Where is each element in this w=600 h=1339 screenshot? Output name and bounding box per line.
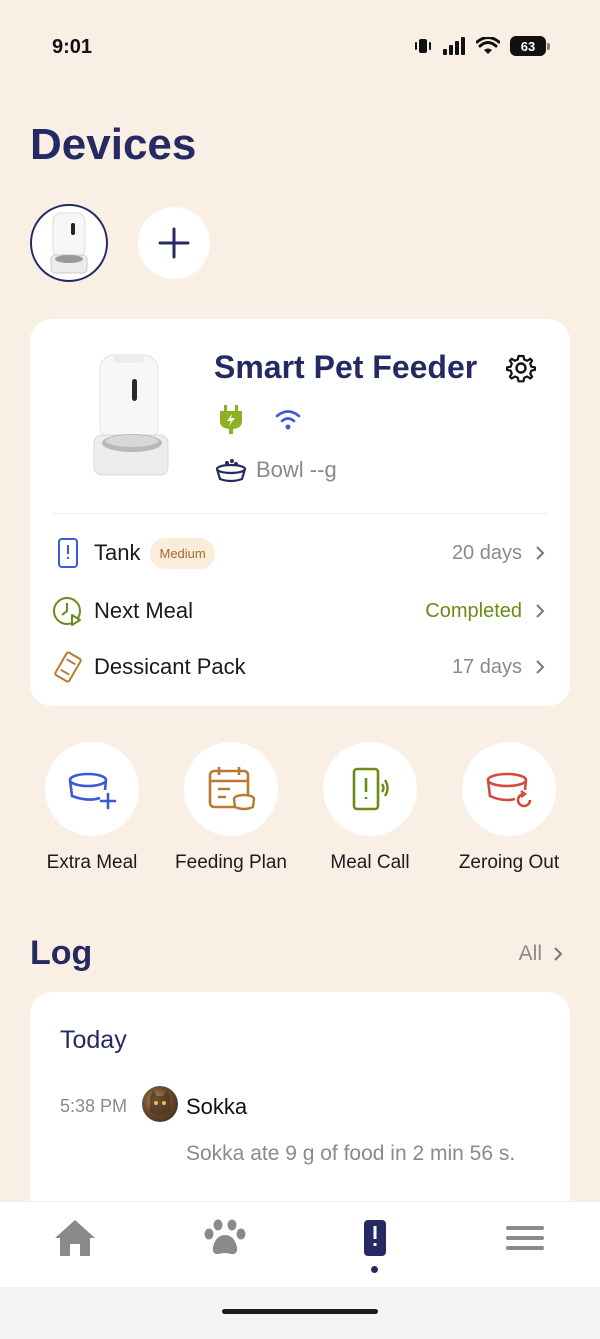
bowl-weight: Bowl --g bbox=[256, 457, 337, 482]
active-tab-indicator bbox=[371, 1266, 378, 1273]
power-plug-icon bbox=[220, 405, 242, 434]
zeroing-out-button[interactable]: Zeroing Out bbox=[439, 742, 579, 874]
feeding-plan-label: Feeding Plan bbox=[175, 852, 287, 873]
menu-icon bbox=[506, 1226, 544, 1250]
pet-avatar bbox=[142, 1086, 178, 1122]
home-indicator[interactable] bbox=[222, 1309, 378, 1314]
chevron-right-icon bbox=[536, 604, 545, 618]
feeder-icon bbox=[364, 1220, 386, 1256]
wifi-status-icon bbox=[476, 37, 500, 54]
next-meal-value: Completed bbox=[425, 599, 522, 622]
tab-pets[interactable] bbox=[195, 1218, 255, 1278]
tank-row[interactable]: Tank Medium 20 days bbox=[52, 533, 546, 573]
tank-label: Tank bbox=[94, 540, 141, 565]
meal-call-button[interactable]: Meal Call bbox=[300, 742, 440, 874]
tab-menu[interactable] bbox=[495, 1218, 555, 1278]
tank-value: 20 days bbox=[451, 541, 522, 564]
meal-call-label: Meal Call bbox=[330, 852, 410, 873]
plus-icon bbox=[158, 227, 190, 259]
sound-device-icon bbox=[352, 767, 389, 811]
paw-icon bbox=[204, 1219, 246, 1255]
log-all-label: All bbox=[518, 942, 542, 965]
status-icons: 63 bbox=[414, 36, 550, 56]
wifi-icon bbox=[275, 410, 301, 430]
desiccant-row[interactable]: Dessicant Pack 17 days bbox=[52, 647, 546, 687]
tank-level-badge: Medium bbox=[150, 537, 215, 569]
device-name: Smart Pet Feeder bbox=[214, 349, 478, 385]
clock-icon bbox=[53, 597, 81, 626]
bowl-reset-icon bbox=[486, 772, 532, 808]
desiccant-value: 17 days bbox=[451, 655, 522, 678]
vibrate-icon bbox=[415, 39, 431, 53]
bowl-plus-icon bbox=[68, 772, 117, 810]
next-meal-row[interactable]: Next Meal Completed bbox=[52, 591, 546, 631]
desiccant-label: Dessicant Pack bbox=[94, 654, 246, 679]
home-icon bbox=[55, 1220, 95, 1256]
page-title: Devices bbox=[30, 120, 197, 169]
tank-icon bbox=[58, 538, 78, 568]
log-entry-time: 5:38 PM bbox=[60, 1096, 128, 1116]
signal-icon bbox=[443, 37, 465, 55]
extra-meal-button[interactable]: Extra Meal bbox=[22, 742, 162, 874]
zeroing-out-label: Zeroing Out bbox=[458, 852, 560, 873]
cat-photo-icon bbox=[150, 1090, 170, 1116]
log-pet-name: Sokka bbox=[186, 1094, 248, 1119]
quick-actions: Extra Meal Feeding Plan Meal Call Zeroin… bbox=[22, 742, 578, 882]
chevron-right-icon bbox=[554, 947, 563, 961]
feeder-thumbnail-icon bbox=[50, 212, 88, 274]
feeding-plan-button[interactable]: Feeding Plan bbox=[161, 742, 301, 874]
next-meal-label: Next Meal bbox=[94, 598, 194, 623]
feeder-image bbox=[93, 354, 169, 476]
chevron-right-icon bbox=[536, 660, 545, 674]
log-title: Log bbox=[30, 934, 93, 972]
log-entry-text: Sokka ate 9 g of food in 2 min 56 s. bbox=[186, 1142, 516, 1165]
bowl-icon bbox=[215, 459, 247, 483]
status-bar: 9:01 63 bbox=[0, 0, 600, 96]
desiccant-icon bbox=[54, 651, 82, 683]
battery-icon: 63 bbox=[510, 36, 550, 56]
device-card[interactable]: Smart Pet Feeder Bowl --g Tank Medium 20… bbox=[30, 319, 570, 706]
log-all-link[interactable]: All bbox=[519, 942, 564, 966]
gear-icon[interactable] bbox=[506, 353, 536, 383]
device-avatar-selected[interactable] bbox=[30, 204, 108, 282]
add-device-button[interactable] bbox=[138, 207, 210, 279]
battery-level: 63 bbox=[510, 36, 546, 56]
home-indicator-area bbox=[0, 1287, 600, 1339]
log-day: Today bbox=[60, 1026, 127, 1054]
calendar-icon bbox=[208, 767, 256, 811]
card-divider bbox=[52, 513, 548, 514]
extra-meal-label: Extra Meal bbox=[46, 852, 138, 873]
tab-home[interactable] bbox=[45, 1218, 105, 1278]
chevron-right-icon bbox=[536, 546, 545, 560]
bottom-tab-bar bbox=[0, 1201, 600, 1287]
status-time: 9:01 bbox=[52, 36, 93, 58]
